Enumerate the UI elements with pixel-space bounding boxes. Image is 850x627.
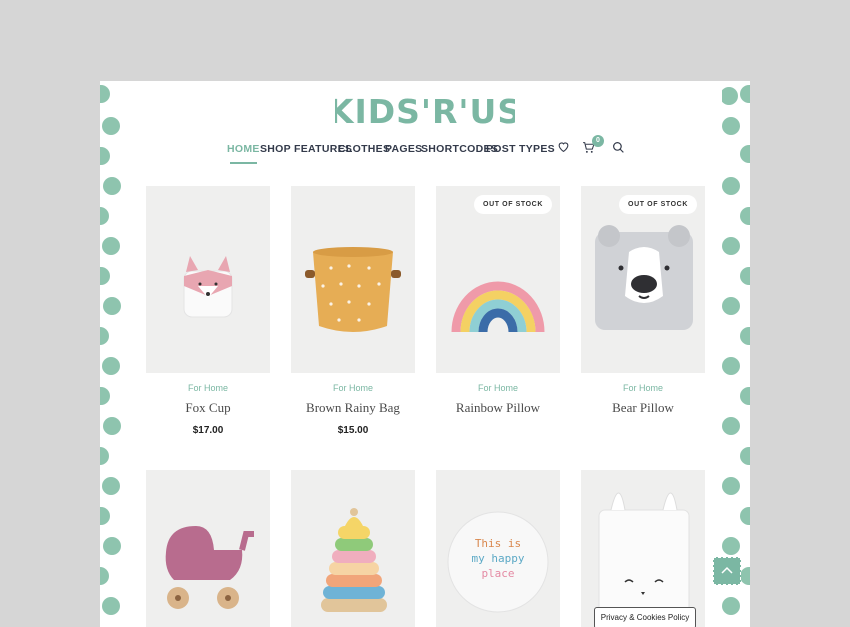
- cart-count-badge: 0: [592, 135, 604, 147]
- nav-home[interactable]: HOME: [227, 143, 260, 164]
- product-name[interactable]: Brown Rainy Bag: [291, 400, 415, 416]
- product-category[interactable]: For Home: [291, 383, 415, 393]
- print-text-line-3: place: [481, 567, 515, 580]
- site-logo[interactable]: KIDS'R'US: [128, 91, 722, 131]
- product-image-bunny-bag[interactable]: [581, 470, 705, 627]
- product-image-happy-place-print[interactable]: This is my happy place: [436, 470, 560, 627]
- product-image-rainbow-pillow[interactable]: OUT OF STOCK: [436, 186, 560, 373]
- polka-dot-border-left: [100, 81, 128, 627]
- page-content: KIDS'R'US HOME SHOP FEATURES CLOTHES PAG…: [128, 81, 722, 627]
- nav-post-types[interactable]: POST TYPES: [486, 143, 555, 155]
- privacy-cookies-button[interactable]: Privacy & Cookies Policy: [594, 607, 696, 627]
- product-image-ring-stacker[interactable]: [291, 470, 415, 627]
- nav-pages[interactable]: PAGES: [385, 143, 422, 155]
- product-image-brown-rainy-bag[interactable]: [291, 186, 415, 373]
- main-nav: HOME SHOP FEATURES CLOTHES PAGES SHORTCO…: [128, 135, 722, 169]
- print-text-line-1: This is: [474, 537, 522, 550]
- product-image-bear-pillow[interactable]: OUT OF STOCK: [581, 186, 705, 373]
- product-card[interactable]: For Home Fox Cup $17.00: [146, 186, 270, 436]
- heart-icon[interactable]: [557, 140, 570, 158]
- product-card[interactable]: [291, 470, 415, 627]
- product-price: $17.00: [192, 425, 224, 436]
- scroll-to-top-button[interactable]: [713, 557, 741, 585]
- product-name[interactable]: Rainbow Pillow: [436, 400, 560, 416]
- print-text-line-2: my happy: [471, 552, 525, 565]
- product-card[interactable]: This is my happy place: [436, 470, 560, 627]
- out-of-stock-badge: OUT OF STOCK: [474, 195, 552, 214]
- product-category[interactable]: For Home: [146, 383, 270, 393]
- browser-frame: KIDS'R'US HOME SHOP FEATURES CLOTHES PAG…: [100, 81, 750, 627]
- svg-text:KIDS'R'US: KIDS'R'US: [335, 92, 515, 131]
- cart-icon[interactable]: 0: [582, 135, 604, 159]
- product-name[interactable]: Fox Cup: [146, 400, 270, 416]
- product-price: $15.00: [337, 425, 369, 436]
- product-card[interactable]: OUT OF STOCK For Home Bear Pillow: [581, 186, 705, 416]
- product-image-pink-stroller[interactable]: [146, 470, 270, 627]
- product-card[interactable]: For Home Brown Rainy Bag $15.00: [291, 186, 415, 436]
- product-image-fox-cup[interactable]: [146, 186, 270, 373]
- nav-clothes[interactable]: CLOTHES: [338, 143, 390, 155]
- product-card[interactable]: [146, 470, 270, 627]
- product-name[interactable]: Bear Pillow: [581, 400, 705, 416]
- product-category[interactable]: For Home: [581, 383, 705, 393]
- product-category[interactable]: For Home: [436, 383, 560, 393]
- out-of-stock-badge: OUT OF STOCK: [619, 195, 697, 214]
- product-card[interactable]: OUT OF STOCK For Home Rainbow Pillow: [436, 186, 560, 416]
- product-card[interactable]: [581, 470, 705, 627]
- chevron-up-icon: [721, 566, 733, 574]
- search-icon[interactable]: [612, 141, 625, 159]
- polka-dot-border-right: [720, 81, 750, 627]
